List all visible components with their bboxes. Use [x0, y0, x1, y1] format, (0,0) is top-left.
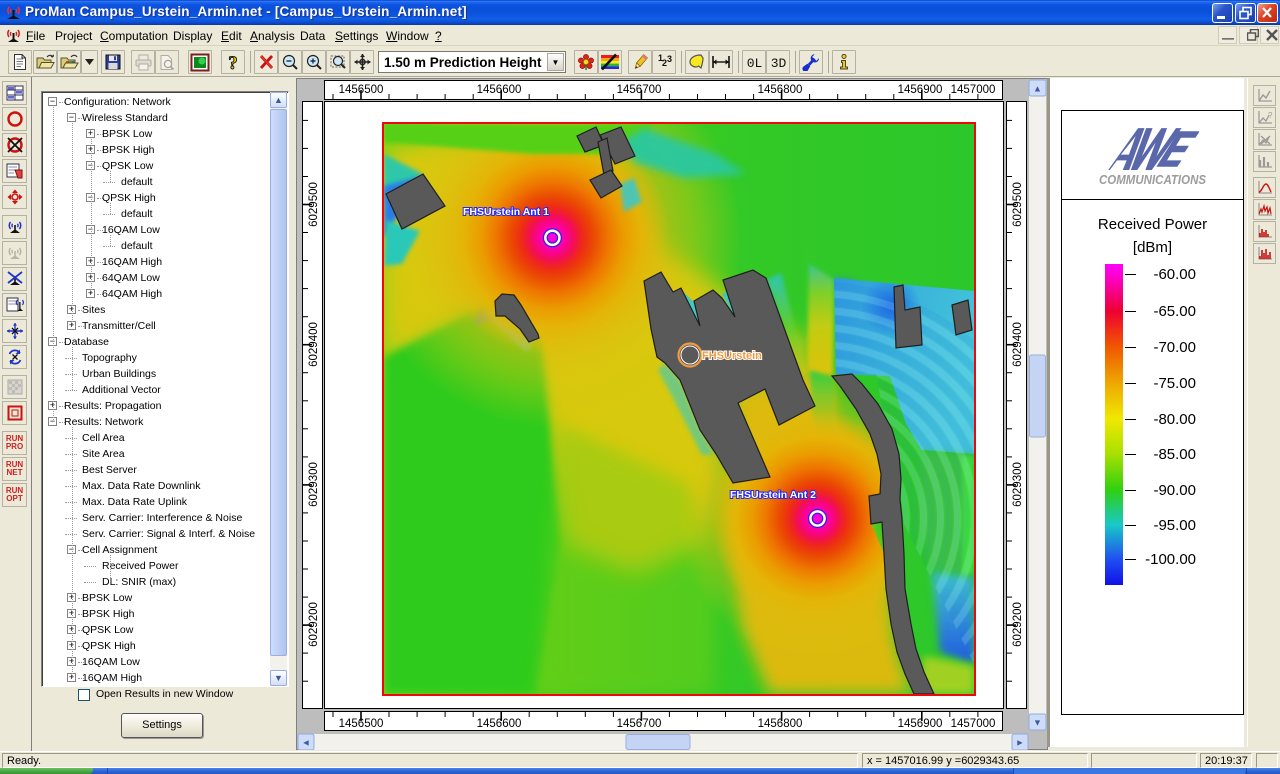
svg-text:FHSUrstein Ant 1: FHSUrstein Ant 1: [463, 206, 549, 218]
svg-text:1456600: 1456600: [477, 84, 522, 96]
svg-text:FHSUrstein Ant 2: FHSUrstein Ant 2: [730, 489, 816, 501]
svg-text:6029400: 6029400: [1012, 322, 1024, 367]
svg-text:1457000: 1457000: [951, 718, 996, 730]
svg-text:3D: 3D: [770, 56, 786, 71]
svg-text:1456900: 1456900: [898, 718, 943, 730]
svg-text:6029500: 6029500: [308, 182, 320, 227]
svg-text:1456900: 1456900: [898, 84, 943, 96]
svg-text:▲: ▲: [1033, 84, 1042, 94]
svg-text:▼: ▼: [1033, 718, 1042, 728]
svg-text:6029500: 6029500: [1012, 182, 1024, 227]
svg-text:►: ►: [1016, 738, 1025, 748]
svg-text:1456500: 1456500: [339, 84, 384, 96]
svg-text:6029400: 6029400: [308, 322, 320, 367]
svg-text:6029200: 6029200: [308, 602, 320, 647]
svg-text:1456600: 1456600: [477, 718, 522, 730]
svg-text:FHSUrstein: FHSUrstein: [702, 350, 762, 362]
svg-text:1456700: 1456700: [617, 84, 662, 96]
svg-text:6029300: 6029300: [1012, 462, 1024, 507]
svg-text:6029300: 6029300: [308, 462, 320, 507]
svg-text:1456800: 1456800: [758, 84, 803, 96]
svg-text:1457000: 1457000: [951, 84, 996, 96]
svg-text:1456800: 1456800: [758, 718, 803, 730]
svg-text:?: ?: [1268, 111, 1273, 120]
svg-text:?: ?: [228, 53, 238, 72]
svg-text:0L: 0L: [746, 56, 762, 71]
svg-text:3: 3: [667, 54, 672, 64]
svg-text:6029200: 6029200: [1012, 602, 1024, 647]
svg-text:1456500: 1456500: [339, 718, 384, 730]
svg-text:1456700: 1456700: [617, 718, 662, 730]
svg-text:◄: ◄: [302, 738, 311, 748]
